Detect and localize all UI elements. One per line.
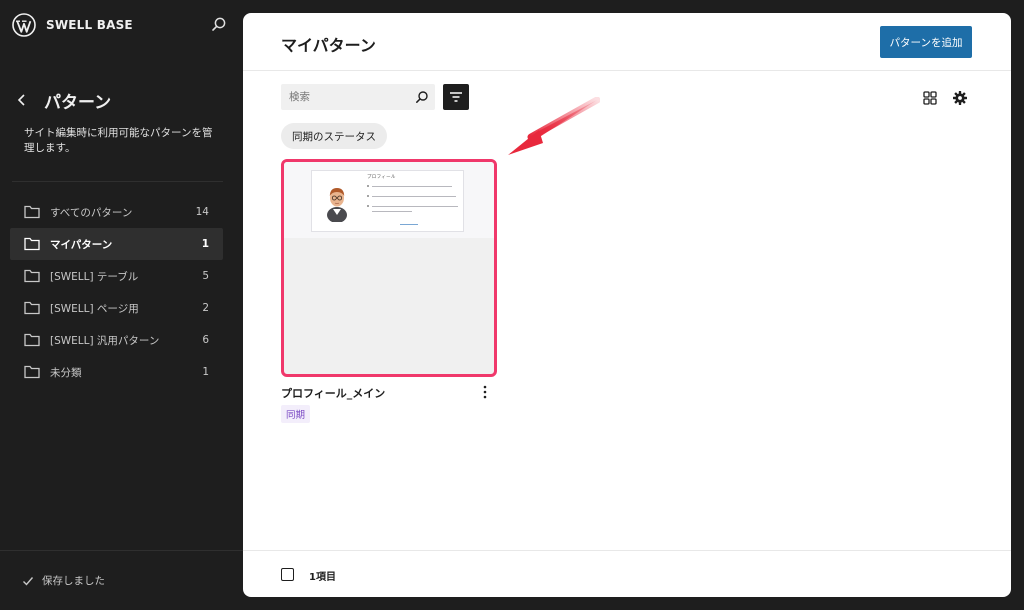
pattern-card-preview[interactable]: プロフィール — [281, 159, 497, 377]
select-all-checkbox[interactable] — [281, 568, 294, 581]
pattern-category-list: すべてのパターン 14 マイパターン 1 [SWELL] テーブル 5 [SWE… — [10, 196, 223, 388]
sync-badge: 同期 — [281, 405, 311, 423]
pattern-preview: プロフィール — [284, 162, 494, 238]
sidebar-description: サイト編集時に利用可能なパターンを管理します。 — [24, 127, 213, 154]
sidebar-item-my-patterns[interactable]: マイパターン 1 — [10, 228, 223, 260]
sidebar-item-label: [SWELL] ページ用 — [50, 302, 139, 315]
search-icon[interactable] — [415, 90, 429, 104]
sidebar-item-count: 14 — [195, 206, 209, 218]
annotation-arrow-icon — [508, 97, 600, 155]
sidebar-item-count: 1 — [202, 366, 209, 378]
sidebar-item-uncategorized[interactable]: 未分類 1 — [10, 356, 223, 388]
add-pattern-button[interactable]: パターンを追加 — [880, 26, 972, 58]
pattern-title[interactable]: プロフィール_メイン — [281, 385, 385, 401]
preview-text-line — [372, 211, 412, 213]
sidebar-item-count: 1 — [201, 238, 209, 250]
more-vertical-icon[interactable] — [479, 384, 491, 400]
preview-link — [400, 224, 418, 226]
search-icon[interactable] — [211, 16, 227, 32]
site-title[interactable]: SWELL BASE — [46, 18, 133, 32]
folder-icon — [24, 205, 40, 219]
site-hub: SWELL BASE — [12, 11, 133, 39]
sidebar-item-count: 2 — [202, 302, 209, 314]
sidebar-item-label: すべてのパターン — [50, 206, 133, 219]
divider — [0, 550, 243, 551]
avatar — [327, 188, 347, 222]
sidebar-item-swell-table[interactable]: [SWELL] テーブル 5 — [10, 260, 223, 292]
preview-bullet — [367, 185, 369, 187]
save-status: 保存しました — [22, 573, 105, 588]
sidebar-item-swell-general[interactable]: [SWELL] 汎用パターン 6 — [10, 324, 223, 356]
folder-icon — [24, 269, 40, 283]
main-panel: マイパターン パターンを追加 同期のステー — [243, 13, 1011, 597]
sidebar-title: パターン — [44, 93, 112, 113]
save-status-text: 保存しました — [42, 575, 105, 587]
preview-bullet — [367, 205, 369, 207]
gear-icon[interactable] — [952, 90, 968, 106]
filter-icon — [450, 92, 462, 102]
sidebar-item-label: マイパターン — [50, 238, 113, 251]
sidebar-item-count: 5 — [202, 270, 209, 282]
search-box — [281, 84, 435, 110]
grid-view-icon[interactable] — [923, 91, 937, 105]
folder-icon — [24, 365, 40, 379]
search-input[interactable] — [281, 84, 411, 110]
sidebar: SWELL BASE パターン サイト編集時に利用可能なパターンを管理します。 … — [0, 0, 243, 610]
sidebar-item-all-patterns[interactable]: すべてのパターン 14 — [10, 196, 223, 228]
preview-text-line — [372, 205, 458, 207]
preview-heading: プロフィール — [367, 175, 396, 180]
sidebar-item-label: [SWELL] 汎用パターン — [50, 334, 160, 347]
preview-bullet — [367, 195, 369, 197]
page-title: マイパターン — [281, 36, 376, 55]
list-footer: 1項目 — [243, 550, 1011, 597]
folder-icon — [24, 301, 40, 315]
item-count: 1項目 — [309, 572, 336, 583]
preview-text-line — [372, 195, 456, 197]
preview-text-line — [372, 185, 452, 187]
preview-profile-box: プロフィール — [311, 170, 464, 232]
sidebar-item-label: [SWELL] テーブル — [50, 270, 139, 283]
filter-button[interactable] — [443, 84, 469, 110]
wordpress-logo-icon[interactable] — [12, 13, 36, 37]
folder-icon — [24, 333, 40, 347]
page-header: マイパターン パターンを追加 — [243, 13, 1011, 71]
sidebar-item-swell-page[interactable]: [SWELL] ページ用 2 — [10, 292, 223, 324]
check-icon — [23, 576, 34, 586]
sidebar-item-label: 未分類 — [50, 366, 82, 379]
chevron-left-icon[interactable] — [14, 92, 30, 108]
sync-status-filter-chip[interactable]: 同期のステータス — [281, 123, 387, 149]
folder-icon — [24, 237, 40, 251]
divider — [12, 181, 223, 182]
sidebar-item-count: 6 — [202, 334, 209, 346]
